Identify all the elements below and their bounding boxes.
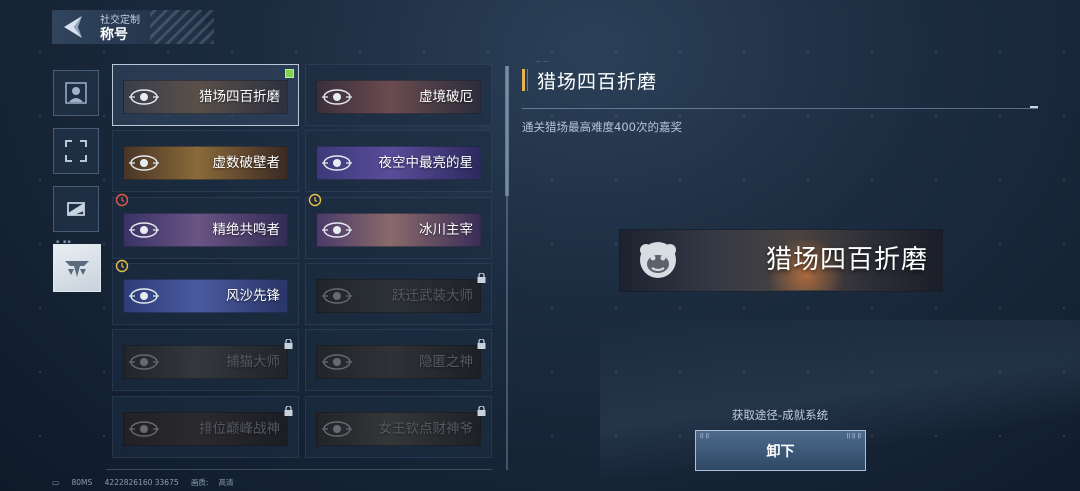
detail-divider xyxy=(522,108,1038,109)
back-button[interactable] xyxy=(60,14,88,40)
title-banner: 冰川主宰 xyxy=(316,213,481,247)
title-list[interactable]: 猎场四百折磨 虚境破厄虚数破壁者 夜空中最亮的星精绝共鸣者 冰川主宰风沙先锋 跃迁武装大… xyxy=(106,64,492,468)
tab-indicator-dots: ▪ ▪▪ xyxy=(56,239,72,245)
avatar-icon xyxy=(65,82,87,104)
quality-label: 画质: xyxy=(191,478,209,487)
lock-icon xyxy=(477,268,486,283)
title-emblem-icon xyxy=(322,354,352,370)
title-label: 虚数破壁者 xyxy=(212,155,281,171)
quality-value: 高清 xyxy=(218,478,234,487)
title-banner: 排位巅峰战神 xyxy=(123,412,288,446)
title-card[interactable]: 猎场四百折磨 xyxy=(112,64,299,126)
avatar-tab[interactable] xyxy=(53,70,99,116)
title-card[interactable]: 虚数破壁者 xyxy=(112,130,299,192)
detail-description: 通关猎场最高难度400次的嘉奖 xyxy=(522,120,682,134)
title-emblem-icon xyxy=(129,288,159,304)
unequip-button[interactable]: || || || || || 卸下 xyxy=(695,430,866,471)
detail-title: 猎场四百折磨 xyxy=(537,71,658,93)
detail-divider-end xyxy=(1030,106,1038,108)
ping-value: 80MS xyxy=(71,478,93,487)
lock-icon xyxy=(284,334,293,349)
title-emblem-icon xyxy=(129,222,159,238)
card-icon xyxy=(67,202,85,216)
title-label: 风沙先锋 xyxy=(226,288,280,304)
button-deco-left: || || xyxy=(700,433,710,439)
title-label: 猎场四百折磨 xyxy=(199,89,280,105)
title-label: 排位巅峰战神 xyxy=(199,421,280,437)
title-preview-banner: 猎场四百折磨 xyxy=(619,229,943,292)
equipped-indicator xyxy=(285,69,294,78)
title-label: 精绝共鸣者 xyxy=(212,222,281,238)
detail-marker: — — xyxy=(535,58,549,65)
title-banner: 风沙先锋 xyxy=(123,279,288,313)
detail-accent-bar xyxy=(522,69,525,91)
list-bottom-divider xyxy=(106,469,492,470)
title-banner: 夜空中最亮的星 xyxy=(316,146,481,180)
title-card[interactable]: 精绝共鸣者 xyxy=(112,193,299,259)
page-title: 称号 xyxy=(100,27,128,43)
title-label: 捕猫大师 xyxy=(226,354,280,370)
button-deco-right: || || || xyxy=(846,433,861,439)
header-stripes xyxy=(150,10,214,44)
obtain-method: 获取途径-成就系统 xyxy=(731,408,829,422)
title-emblem-icon xyxy=(322,222,352,238)
title-card[interactable]: 风沙先锋 xyxy=(112,259,299,325)
title-card[interactable]: 女王钦点财神爷 xyxy=(305,396,492,458)
back-arrow-icon xyxy=(64,16,82,38)
title-banner: 虚境破厄 xyxy=(316,80,481,114)
lock-icon xyxy=(284,401,293,416)
title-emblem-icon xyxy=(129,89,159,105)
detail-accent-line xyxy=(527,69,528,91)
title-label: 夜空中最亮的星 xyxy=(378,155,474,171)
title-card[interactable]: 冰川主宰 xyxy=(305,193,492,259)
title-card[interactable]: 隐匿之神 xyxy=(305,329,492,391)
title-tab[interactable]: ▪ ▪▪ xyxy=(53,239,101,292)
user-id: 4222826160 33675 xyxy=(104,478,179,487)
scroll-thumb[interactable] xyxy=(505,66,509,196)
timer-icon xyxy=(115,192,129,207)
title-emblem-icon xyxy=(129,155,159,171)
timer-icon xyxy=(115,258,129,273)
title-emblem-icon xyxy=(129,421,159,437)
status-footer: ▭ 80MS 4222826160 33675 画质: 高清 xyxy=(52,477,244,488)
title-emblem-icon xyxy=(322,89,352,105)
timer-icon xyxy=(308,192,322,207)
battery-icon: ▭ xyxy=(52,478,60,487)
card-tab[interactable] xyxy=(53,186,99,232)
title-banner: 虚数破壁者 xyxy=(123,146,288,180)
title-emblem-icon xyxy=(322,421,352,437)
title-card[interactable]: 排位巅峰战神 xyxy=(112,396,299,458)
title-label: 虚境破厄 xyxy=(419,89,473,105)
title-emblem-icon xyxy=(322,155,352,171)
frame-tab[interactable] xyxy=(53,128,99,174)
title-card[interactable]: 捕猫大师 xyxy=(112,329,299,391)
title-banner: 捕猫大师 xyxy=(123,345,288,379)
lock-icon xyxy=(477,334,486,349)
unequip-button-label: 卸下 xyxy=(766,443,795,460)
title-emblem-icon xyxy=(322,288,352,304)
title-label: 跃迁武装大师 xyxy=(392,288,473,304)
title-banner: 女王钦点财神爷 xyxy=(316,412,481,446)
lock-icon xyxy=(477,401,486,416)
title-card[interactable]: 跃迁武装大师 xyxy=(305,263,492,325)
title-banner: 精绝共鸣者 xyxy=(123,213,288,247)
title-emblem-icon xyxy=(129,354,159,370)
title-card[interactable]: 虚境破厄 xyxy=(305,64,492,126)
title-card[interactable]: 夜空中最亮的星 xyxy=(305,130,492,192)
title-banner: 隐匿之神 xyxy=(316,345,481,379)
frame-icon xyxy=(65,140,87,162)
title-banner: 跃迁武装大师 xyxy=(316,279,481,313)
title-label: 冰川主宰 xyxy=(419,222,473,238)
monkey-emblem-icon xyxy=(640,242,676,278)
title-label: 女王钦点财神爷 xyxy=(378,421,474,437)
preview-banner-label: 猎场四百折磨 xyxy=(765,245,928,275)
title-label: 隐匿之神 xyxy=(419,354,473,370)
title-emblem-icon xyxy=(65,261,89,277)
title-banner: 猎场四百折磨 xyxy=(123,80,288,114)
